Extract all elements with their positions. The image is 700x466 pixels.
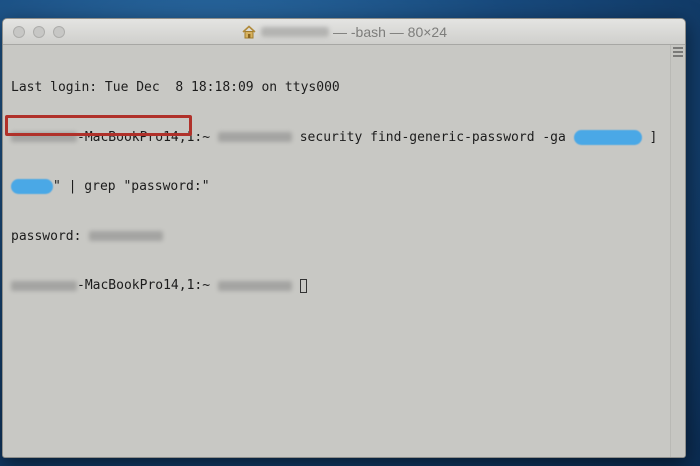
command-tail-text: " | grep "password:" [53,179,210,194]
scrollbar[interactable] [670,45,685,457]
home-icon [241,24,257,40]
title-text: — -bash — 80×24 [332,23,447,40]
redacted-username [260,26,329,37]
prompt-line: -MacBookPro14,1:~ [11,278,671,295]
password-output-line: password: [11,229,671,246]
redacted-item-name [573,129,642,145]
command-text: security find-generic-password -ga [299,129,566,145]
redacted-password [89,231,164,241]
redacted-user-2 [217,280,292,291]
title-bar[interactable]: — -bash — 80×24 [3,19,685,45]
last-login-text: Last login: Tue Dec 8 18:18:09 on ttys00… [11,80,340,95]
command-line-2: " | grep "password:" [11,179,671,196]
terminal-window: — -bash — 80×24 Last login: Tue Dec 8 18… [2,18,686,458]
password-label: password: [11,228,82,244]
window-title: — -bash — 80×24 [3,19,685,44]
redacted-item-tail [11,179,53,194]
text-cursor [299,278,307,293]
prompt-host-2: -MacBookPro14,1:~ [77,278,211,293]
redacted-host-prefix-2 [11,280,77,291]
last-login-line: Last login: Tue Dec 8 18:18:09 on ttys00… [11,80,671,97]
password-highlight-box [5,115,192,136]
bracket-char: ] [649,129,658,145]
redacted-user [217,132,292,142]
scroll-grip-icon[interactable] [673,47,683,57]
terminal-content[interactable]: Last login: Tue Dec 8 18:18:09 on ttys00… [3,45,671,457]
